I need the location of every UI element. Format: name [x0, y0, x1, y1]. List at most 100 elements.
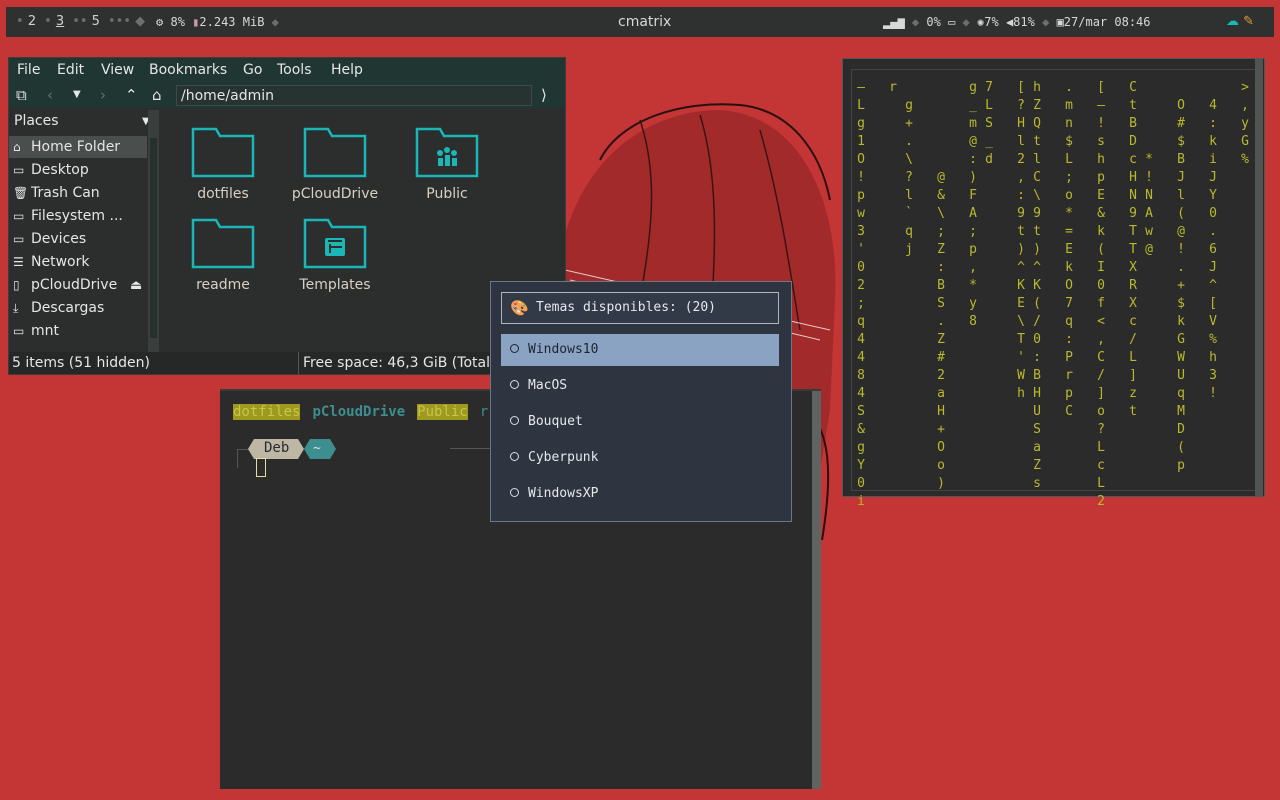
menu-tools[interactable]: Tools: [277, 62, 312, 78]
volume-value[interactable]: 81%: [1013, 15, 1035, 29]
path-bar[interactable]: /home/admin: [176, 85, 532, 106]
place-descargas[interactable]: ⤓ Descargas: [9, 297, 147, 319]
file-item-public[interactable]: Public: [397, 124, 497, 202]
theme-option-bouquet[interactable]: Bouquet: [501, 406, 779, 438]
matrix-char: +: [905, 116, 913, 131]
matrix-char: Y: [1209, 188, 1217, 203]
matrix-char: p: [969, 242, 977, 257]
calendar-icon: ▣: [1056, 15, 1064, 29]
folder-icon: [191, 127, 255, 178]
back-icon[interactable]: ‹: [47, 86, 53, 104]
matrix-char: G: [1177, 332, 1185, 347]
matrix-char: !: [1209, 386, 1217, 401]
new-tab-icon[interactable]: ⧉: [16, 86, 27, 104]
file-item-dotfiles[interactable]: dotfiles: [173, 124, 273, 202]
matrix-char: K: [1033, 278, 1041, 293]
paperclip-icon[interactable]: ✎: [1243, 14, 1254, 29]
matrix-char: q: [1065, 314, 1073, 329]
signal-icon: ▂▄▆: [883, 15, 905, 29]
menu-help[interactable]: Help: [331, 62, 363, 78]
matrix-char: t: [1017, 224, 1025, 239]
matrix-char: ?: [905, 170, 913, 185]
menu-edit[interactable]: Edit: [57, 62, 84, 78]
matrix-char: s: [1097, 134, 1105, 149]
matrix-char: m: [1065, 98, 1073, 113]
theme-option-cyberpunk[interactable]: Cyberpunk: [501, 442, 779, 474]
matrix-char: /: [1097, 368, 1105, 383]
matrix-char: O: [1177, 98, 1185, 113]
menu-view[interactable]: View: [101, 62, 134, 78]
go-icon[interactable]: ⟩: [541, 86, 547, 104]
matrix-char: U: [1033, 404, 1041, 419]
cloud-check-icon[interactable]: ☁: [1226, 14, 1239, 29]
file-item-templates[interactable]: Templates: [285, 215, 385, 293]
templates-folder-icon: [303, 218, 367, 269]
workspace-switcher: • 2 • 3 •• 5 ••• ◆: [16, 7, 145, 37]
matrix-char: 0: [1097, 278, 1105, 293]
drive-icon: ▯: [13, 278, 20, 292]
matrix-char: Z: [937, 242, 945, 257]
matrix-char: w: [857, 206, 865, 221]
place-network[interactable]: ☰ Network: [9, 251, 147, 273]
matrix-scrollbar[interactable]: [1255, 59, 1263, 496]
place-trash[interactable]: 🗑 Trash Can: [9, 182, 147, 204]
theme-option-windows10[interactable]: Windows10: [501, 334, 779, 366]
terminal-scrollbar[interactable]: [812, 391, 821, 789]
menu-go[interactable]: Go: [243, 62, 262, 78]
home-icon[interactable]: ⌂: [152, 86, 162, 104]
theme-option-windowsxp[interactable]: WindowsXP: [501, 478, 779, 510]
matrix-char: y: [1241, 116, 1249, 131]
file-item-pclouddrive[interactable]: pCloudDrive: [285, 124, 385, 202]
cmatrix-window[interactable]: – Lg 1 O! p w 3 ' 0 2; q 4 4 8 4 S & g Y 0 i r g +. \? l ` q j @ & \; Z:…: [842, 58, 1265, 509]
file-item-readme[interactable]: readme: [173, 215, 273, 293]
place-desktop[interactable]: ▭ Desktop: [9, 159, 147, 181]
matrix-char: D: [1129, 134, 1137, 149]
system-tray: ▂▄▆ ◆ 0% ▭ ◆ ✺7% ◀81% ◆ ▣27/mar 08:46: [883, 15, 1151, 29]
theme-option-macos[interactable]: MacOS: [501, 370, 779, 402]
matrix-char: [: [1209, 296, 1217, 311]
up-icon[interactable]: ⌃: [125, 86, 138, 104]
matrix-char: 9: [1129, 206, 1137, 221]
workspace-3[interactable]: 3: [56, 7, 64, 37]
place-filesystem[interactable]: ▭ Filesystem ...: [9, 205, 147, 227]
matrix-char: ;: [857, 296, 865, 311]
workspace-2[interactable]: 2: [28, 7, 36, 37]
matrix-char: 3: [857, 224, 865, 239]
folder-icon: ▭: [13, 209, 25, 223]
cpu-icon: ⚙: [156, 15, 164, 29]
matrix-char: U: [1177, 368, 1185, 383]
matrix-char: .: [1209, 224, 1217, 239]
eject-icon[interactable]: ⏏: [130, 278, 142, 293]
cpu-value: 8%: [170, 15, 185, 29]
matrix-char: ;: [969, 224, 977, 239]
matrix-char: ': [1017, 350, 1025, 365]
matrix-char: Z: [1033, 458, 1041, 473]
workspace-5[interactable]: 5: [92, 7, 100, 37]
matrix-char: –: [857, 80, 865, 95]
matrix-char: :: [937, 260, 945, 275]
net-value: 0%: [926, 15, 941, 29]
theme-prompt[interactable]: 🎨 Temas disponibles: (20): [501, 292, 779, 324]
menu-file[interactable]: File: [17, 62, 40, 78]
matrix-char: o: [937, 458, 945, 473]
history-dropdown-icon[interactable]: ▼: [73, 89, 81, 100]
matrix-char: E: [1065, 242, 1073, 257]
place-devices[interactable]: ▭ Devices: [9, 228, 147, 250]
matrix-char: *: [969, 278, 977, 293]
matrix-char: ,: [1097, 332, 1105, 347]
matrix-char: O: [937, 440, 945, 455]
matrix-char: B: [937, 278, 945, 293]
matrix-char: S: [857, 404, 865, 419]
matrix-char: k: [1065, 260, 1073, 275]
place-mnt[interactable]: ▭ mnt: [9, 320, 147, 342]
place-pclouddrive[interactable]: ▯ pCloudDrive: [9, 274, 147, 296]
matrix-char: r: [889, 80, 897, 95]
matrix-char: 0: [1209, 206, 1217, 221]
sidebar-scrollbar[interactable]: [148, 110, 159, 352]
menu-bookmarks[interactable]: Bookmarks: [149, 62, 227, 78]
forward-icon[interactable]: ›: [100, 86, 106, 104]
date-time[interactable]: 27/mar 08:46: [1064, 15, 1151, 29]
place-home[interactable]: ⌂ Home Folder: [9, 136, 147, 158]
matrix-char: q: [1177, 386, 1185, 401]
cpu-widget: ⚙ 8% ▮2.243 MiB ◆: [156, 15, 279, 29]
